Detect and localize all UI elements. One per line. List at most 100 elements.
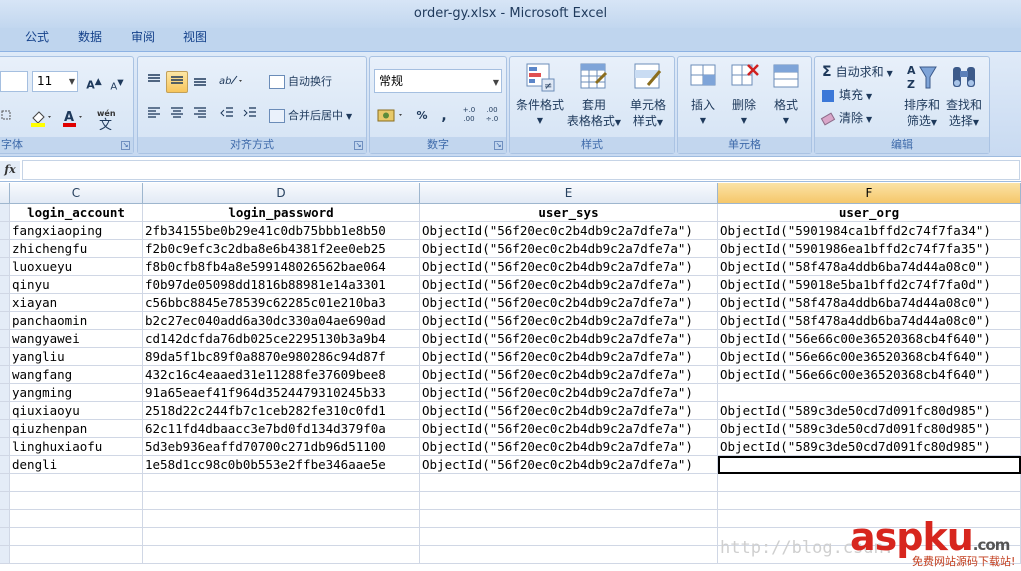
fill-button[interactable]: 填充 ▼ [822,86,872,103]
grid-cell[interactable] [143,474,420,492]
formula-input[interactable] [22,160,1020,180]
grid-cell[interactable] [420,528,718,546]
align-center-icon[interactable] [166,105,188,127]
shrink-font-icon[interactable]: A▼ [107,71,127,93]
table-cell[interactable]: ObjectId("56e66c00e36520368cb4f640") [718,348,1021,366]
table-cell[interactable]: ObjectId("56f20ec0c2b4db9c2a7dfe7a") [420,258,718,276]
row-header[interactable] [0,456,10,474]
table-cell[interactable]: ObjectId("56e66c00e36520368cb4f640") [718,330,1021,348]
table-cell[interactable]: 5d3eb936eaffd70700c271db96d51100 [143,438,420,456]
table-cell[interactable] [718,384,1021,402]
chevron-down-icon[interactable]: ▼ [69,72,75,91]
table-cell[interactable]: ObjectId("56f20ec0c2b4db9c2a7dfe7a") [420,276,718,294]
currency-icon[interactable] [374,105,408,127]
active-cell[interactable] [718,456,1021,474]
align-top-icon[interactable] [143,71,165,93]
table-cell[interactable]: ObjectId("589c3de50cd7d091fc80d985") [718,420,1021,438]
grid-cell[interactable] [420,474,718,492]
row-header[interactable] [0,294,10,312]
align-middle-icon[interactable] [166,71,188,93]
table-cell[interactable]: ObjectId("58f478a4ddb6ba74d44a08c0") [718,258,1021,276]
header-cell[interactable]: user_org [718,204,1021,222]
orientation-icon[interactable]: ab [216,71,246,93]
row-header[interactable] [0,348,10,366]
row-header[interactable] [0,330,10,348]
grid-cell[interactable] [10,492,143,510]
grid-cell[interactable] [10,528,143,546]
table-cell[interactable]: 91a65eaef41f964d3524479310245b33 [143,384,420,402]
grid-cell[interactable] [10,474,143,492]
table-cell[interactable]: ObjectId("56f20ec0c2b4db9c2a7dfe7a") [420,402,718,420]
table-cell[interactable]: ObjectId("56f20ec0c2b4db9c2a7dfe7a") [420,438,718,456]
row-header[interactable] [0,402,10,420]
number-format-combo[interactable]: 常规 ▼ [374,69,502,93]
table-cell[interactable]: ObjectId("56f20ec0c2b4db9c2a7dfe7a") [420,348,718,366]
table-cell[interactable]: 2518d22c244fb7c1ceb282fe310c0fd1 [143,402,420,420]
table-cell[interactable]: ObjectId("58f478a4ddb6ba74d44a08c0") [718,294,1021,312]
table-cell[interactable]: ObjectId("56f20ec0c2b4db9c2a7dfe7a") [420,312,718,330]
table-cell[interactable]: ObjectId("589c3de50cd7d091fc80d985") [718,438,1021,456]
table-cell[interactable]: ObjectId("56f20ec0c2b4db9c2a7dfe7a") [420,330,718,348]
increase-indent-icon[interactable] [239,105,261,127]
border-icon[interactable] [0,107,12,129]
row-header[interactable] [0,366,10,384]
grid-cell[interactable] [143,546,420,564]
table-cell[interactable]: qinyu [10,276,143,294]
table-cell[interactable]: ObjectId("56f20ec0c2b4db9c2a7dfe7a") [420,456,718,474]
table-cell[interactable]: ObjectId("589c3de50cd7d091fc80d985") [718,402,1021,420]
row-header[interactable] [0,420,10,438]
row-header[interactable] [0,474,10,492]
comma-button[interactable]: , [434,105,454,127]
row-header[interactable] [0,276,10,294]
row-header[interactable] [0,240,10,258]
row-header[interactable] [0,492,10,510]
percent-button[interactable]: % [412,105,432,127]
conditional-format-button[interactable]: ≠ 条件格式 ▼ [512,61,568,129]
table-cell[interactable]: ObjectId("56f20ec0c2b4db9c2a7dfe7a") [420,294,718,312]
grid-cell[interactable] [420,492,718,510]
table-cell[interactable]: 62c11fd4dbaacc3e7bd0fd134d379f0a [143,420,420,438]
row-header[interactable] [0,384,10,402]
wrap-text-button[interactable]: 自动换行 [268,71,364,93]
table-cell[interactable]: cd142dcfda76db025ce2295130b3a9b4 [143,330,420,348]
table-cell[interactable]: qiuxiaoyu [10,402,143,420]
table-cell[interactable]: ObjectId("58f478a4ddb6ba74d44a08c0") [718,312,1021,330]
row-header-corner[interactable] [0,183,10,204]
column-header-f[interactable]: F [718,183,1021,204]
table-cell[interactable]: ObjectId("5901984ca1bffd2c74f7fa34") [718,222,1021,240]
table-cell[interactable]: b2c27ec040add6a30dc330a04ae690ad [143,312,420,330]
fill-color-icon[interactable] [27,107,55,129]
table-cell[interactable]: ObjectId("56f20ec0c2b4db9c2a7dfe7a") [420,240,718,258]
grid-cell[interactable] [420,510,718,528]
row-header[interactable] [0,510,10,528]
clear-button[interactable]: 清除 ▼ [820,109,872,126]
tab-review[interactable]: 审阅 [131,28,155,52]
grid-cell[interactable] [10,546,143,564]
merge-center-button[interactable]: 合并后居中 ▼ [268,105,364,127]
format-as-table-button[interactable]: 套用 表格格式▼ [566,61,622,131]
column-header-d[interactable]: D [143,183,420,204]
table-cell[interactable]: f2b0c9efc3c2dba8e6b4381f2ee0eb25 [143,240,420,258]
table-cell[interactable]: yangliu [10,348,143,366]
align-bottom-icon[interactable] [189,71,211,93]
autosum-button[interactable]: Σ 自动求和 ▼ [822,63,893,80]
table-cell[interactable]: c56bbc8845e78539c62285c01e210ba3 [143,294,420,312]
table-cell[interactable]: 432c16c4eaaed31e11288fe37609bee8 [143,366,420,384]
row-header[interactable] [0,312,10,330]
chevron-down-icon[interactable]: ▼ [493,72,499,94]
row-header[interactable] [0,528,10,546]
decrease-decimal-button[interactable]: .00 ÷.0 [481,105,503,127]
align-left-icon[interactable] [143,105,165,127]
table-cell[interactable]: dengli [10,456,143,474]
table-cell[interactable]: 2fb34155be0b29e41c0db75bbb1e8b50 [143,222,420,240]
grid-cell[interactable] [143,510,420,528]
format-button[interactable]: 格式 ▼ [758,61,814,129]
table-cell[interactable]: qiuzhenpan [10,420,143,438]
table-cell[interactable]: luoxueyu [10,258,143,276]
header-cell[interactable]: login_password [143,204,420,222]
font-name-combo[interactable] [0,71,28,92]
grid-cell[interactable] [143,492,420,510]
row-header[interactable] [0,258,10,276]
column-header-c[interactable]: C [10,183,143,204]
increase-decimal-button[interactable]: +.0 .00 [458,105,480,127]
